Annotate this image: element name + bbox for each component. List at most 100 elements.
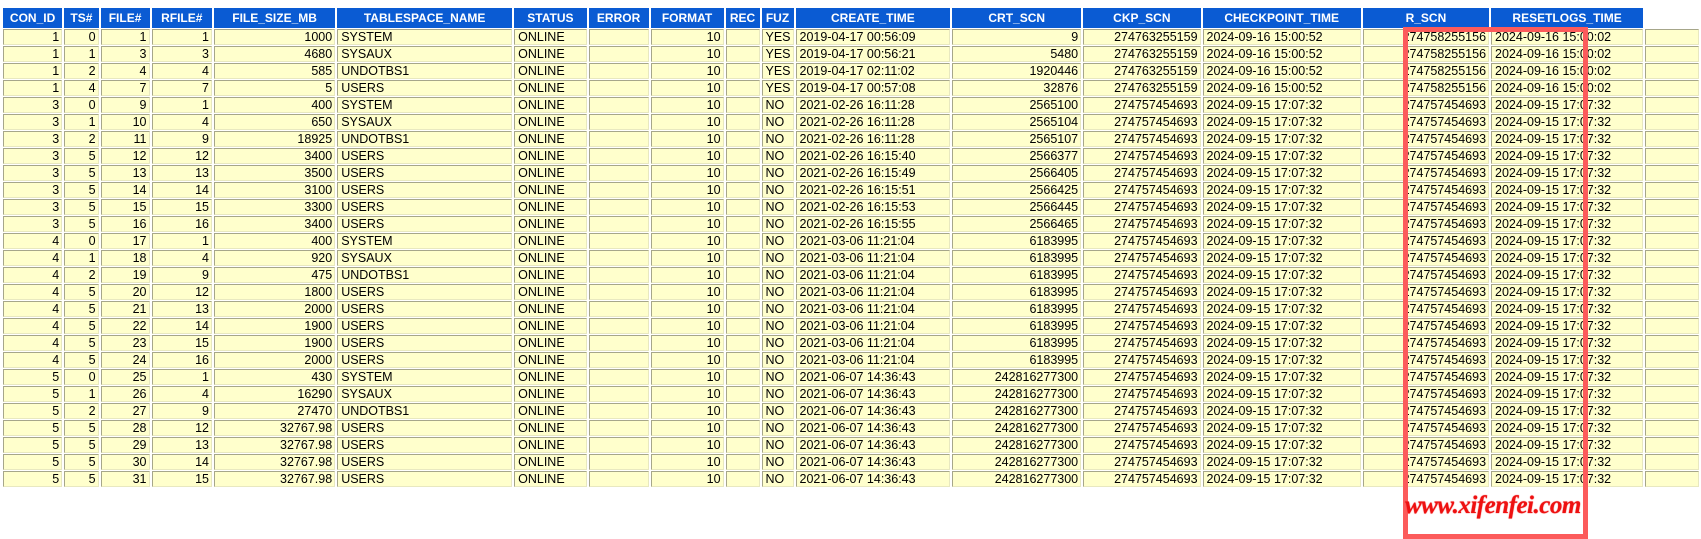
cell-fuz: NO — [761, 352, 794, 368]
table-row[interactable]: 3 2 11 9 18925 UNDOTBS1 ONLINE 10 NO 2021-02-26 1… — [3, 131, 1699, 147]
column-header-create-time[interactable]: CREATE_TIME — [795, 8, 951, 28]
cell-file-size-mb: 1900 — [214, 318, 336, 334]
column-header-r-scn[interactable]: R_SCN — [1362, 8, 1490, 28]
table-row[interactable]: 3 1 10 4 650 SYSAUX ONLINE 10 NO 2021-02-26 16:11… — [3, 114, 1699, 130]
column-header-con-id[interactable]: CON_ID — [3, 8, 63, 28]
cell-fuz: NO — [761, 318, 794, 334]
cell-status: ONLINE — [514, 199, 587, 215]
cell-rfile: 14 — [151, 318, 212, 334]
table-row[interactable]: 5 0 25 1 430 SYSTEM ONLINE 10 NO 2021-06-07 14:36… — [3, 369, 1699, 385]
cell-error — [588, 386, 649, 402]
cell-resetlogs-time: 2024-09-15 17:07:32 — [1491, 318, 1644, 334]
column-header-fuz[interactable]: FUZ — [761, 8, 794, 28]
cell-resetlogs-time: 2024-09-15 17:07:32 — [1491, 369, 1644, 385]
column-header-error[interactable]: ERROR — [588, 8, 649, 28]
column-header-ts[interactable]: TS# — [64, 8, 99, 28]
table-row[interactable]: 1 0 1 1 1000 SYSTEM ONLINE 10 YES 2019-04-17 00:5… — [3, 29, 1699, 45]
table-row[interactable]: 3 0 9 1 400 SYSTEM ONLINE 10 NO 2021-02-26 16:11:… — [3, 97, 1699, 113]
cell-file-size-mb: 1800 — [214, 284, 336, 300]
table-row[interactable]: 1 2 4 4 585 UNDOTBS1 ONLINE 10 YES 2019-04-17 02:… — [3, 63, 1699, 79]
table-row[interactable]: 1 4 7 7 5 USERS ONLINE 10 YES 2019-04-17 00:57:08… — [3, 80, 1699, 96]
cell-format: 10 — [650, 46, 724, 62]
cell-tablespace-name: UNDOTBS1 — [337, 267, 513, 283]
cell-ts: 5 — [64, 284, 99, 300]
table-row[interactable]: 5 5 31 15 32767.98 USERS ONLINE 10 NO 2021-06-07 … — [3, 471, 1699, 487]
table-row[interactable]: 3 5 13 13 3500 USERS ONLINE 10 NO 2021-02-26 16:1… — [3, 165, 1699, 181]
cell-ckp-scn: 274757454693 — [1083, 148, 1201, 164]
cell-tablespace-name: USERS — [337, 148, 513, 164]
cell-rfile: 13 — [151, 301, 212, 317]
cell-con-id: 1 — [3, 80, 63, 96]
cell-rec — [725, 454, 760, 470]
cell-checkpoint-time: 2024-09-15 17:07:32 — [1202, 352, 1361, 368]
cell-resetlogs-time: 2024-09-15 17:07:32 — [1491, 131, 1644, 147]
cell-file: 10 — [100, 114, 150, 130]
cell-status: ONLINE — [514, 437, 587, 453]
cell-tablespace-name: USERS — [337, 199, 513, 215]
table-row[interactable]: 5 1 26 4 16290 SYSAUX ONLINE 10 NO 2021-06-07 14:… — [3, 386, 1699, 402]
cell-tablespace-name: USERS — [337, 165, 513, 181]
cell-ts: 5 — [64, 148, 99, 164]
cell-con-id: 4 — [3, 335, 63, 351]
table-row[interactable]: 5 2 27 9 27470 UNDOTBS1 ONLINE 10 NO 2021-06-07 1… — [3, 403, 1699, 419]
table-row[interactable]: 4 0 17 1 400 SYSTEM ONLINE 10 NO 2021-03-06 11:21… — [3, 233, 1699, 249]
column-header-rec[interactable]: REC — [725, 8, 760, 28]
column-header-checkpoint-time[interactable]: CHECKPOINT_TIME — [1202, 8, 1361, 28]
column-header-ckp-scn[interactable]: CKP_SCN — [1083, 8, 1201, 28]
table-row[interactable]: 4 5 21 13 2000 USERS ONLINE 10 NO 2021-03-06 11:2… — [3, 301, 1699, 317]
column-header-resetlogs-time[interactable]: RESETLOGS_TIME — [1491, 8, 1644, 28]
cell-resetlogs-time: 2024-09-15 17:07:32 — [1491, 471, 1644, 487]
table-row[interactable]: 3 5 16 16 3400 USERS ONLINE 10 NO 2021-02-26 16:1… — [3, 216, 1699, 232]
cell-file: 1 — [100, 29, 150, 45]
cell-overflow-filler — [1645, 46, 1699, 62]
cell-status: ONLINE — [514, 114, 587, 130]
cell-rec — [725, 352, 760, 368]
cell-checkpoint-time: 2024-09-15 17:07:32 — [1202, 318, 1361, 334]
column-header-format[interactable]: FORMAT — [650, 8, 724, 28]
cell-checkpoint-time: 2024-09-15 17:07:32 — [1202, 301, 1361, 317]
cell-crt-scn: 6183995 — [952, 335, 1082, 351]
cell-format: 10 — [650, 437, 724, 453]
table-row[interactable]: 3 5 12 12 3400 USERS ONLINE 10 NO 2021-02-26 16:1… — [3, 148, 1699, 164]
column-header-crt-scn[interactable]: CRT_SCN — [952, 8, 1082, 28]
cell-error — [588, 148, 649, 164]
table-row[interactable]: 3 5 15 15 3300 USERS ONLINE 10 NO 2021-02-26 16:1… — [3, 199, 1699, 215]
cell-ts: 2 — [64, 63, 99, 79]
table-row[interactable]: 5 5 28 12 32767.98 USERS ONLINE 10 NO 2021-06-07 … — [3, 420, 1699, 436]
table-row[interactable]: 4 5 23 15 1900 USERS ONLINE 10 NO 2021-03-06 11:2… — [3, 335, 1699, 351]
cell-resetlogs-time: 2024-09-15 17:07:32 — [1491, 216, 1644, 232]
cell-overflow-filler — [1645, 114, 1699, 130]
column-header-file-size-mb[interactable]: FILE_SIZE_MB — [214, 8, 336, 28]
cell-fuz: NO — [761, 403, 794, 419]
cell-rfile: 4 — [151, 250, 212, 266]
cell-con-id: 5 — [3, 403, 63, 419]
column-header-tablespace-name[interactable]: TABLESPACE_NAME — [337, 8, 513, 28]
cell-checkpoint-time: 2024-09-15 17:07:32 — [1202, 114, 1361, 130]
cell-ckp-scn: 274757454693 — [1083, 131, 1201, 147]
table-row[interactable]: 4 1 18 4 920 SYSAUX ONLINE 10 NO 2021-03-06 11:21… — [3, 250, 1699, 266]
cell-file: 25 — [100, 369, 150, 385]
cell-file-size-mb: 475 — [214, 267, 336, 283]
cell-ckp-scn: 274757454693 — [1083, 420, 1201, 436]
cell-ckp-scn: 274757454693 — [1083, 250, 1201, 266]
column-header-overflow-filler — [1645, 8, 1699, 28]
cell-rec — [725, 165, 760, 181]
table-row[interactable]: 1 1 3 3 4680 SYSAUX ONLINE 10 YES 2019-04-17 00:5… — [3, 46, 1699, 62]
column-header-file[interactable]: FILE# — [100, 8, 150, 28]
cell-fuz: NO — [761, 199, 794, 215]
cell-r-scn: 274757454693 — [1362, 233, 1490, 249]
cell-ts: 2 — [64, 403, 99, 419]
table-row[interactable]: 4 2 19 9 475 UNDOTBS1 ONLINE 10 NO 2021-03-06 11:… — [3, 267, 1699, 283]
table-row[interactable]: 3 5 14 14 3100 USERS ONLINE 10 NO 2021-02-26 16:1… — [3, 182, 1699, 198]
cell-error — [588, 131, 649, 147]
cell-file-size-mb: 16290 — [214, 386, 336, 402]
table-row[interactable]: 4 5 22 14 1900 USERS ONLINE 10 NO 2021-03-06 11:2… — [3, 318, 1699, 334]
column-header-status[interactable]: STATUS — [514, 8, 587, 28]
column-header-rfile[interactable]: RFILE# — [151, 8, 212, 28]
table-row[interactable]: 4 5 24 16 2000 USERS ONLINE 10 NO 2021-03-06 11:2… — [3, 352, 1699, 368]
cell-status: ONLINE — [514, 80, 587, 96]
table-row[interactable]: 4 5 20 12 1800 USERS ONLINE 10 NO 2021-03-06 11:2… — [3, 284, 1699, 300]
table-row[interactable]: 5 5 29 13 32767.98 USERS ONLINE 10 NO 2021-06-07 … — [3, 437, 1699, 453]
cell-fuz: NO — [761, 148, 794, 164]
table-row[interactable]: 5 5 30 14 32767.98 USERS ONLINE 10 NO 2021-06-07 … — [3, 454, 1699, 470]
